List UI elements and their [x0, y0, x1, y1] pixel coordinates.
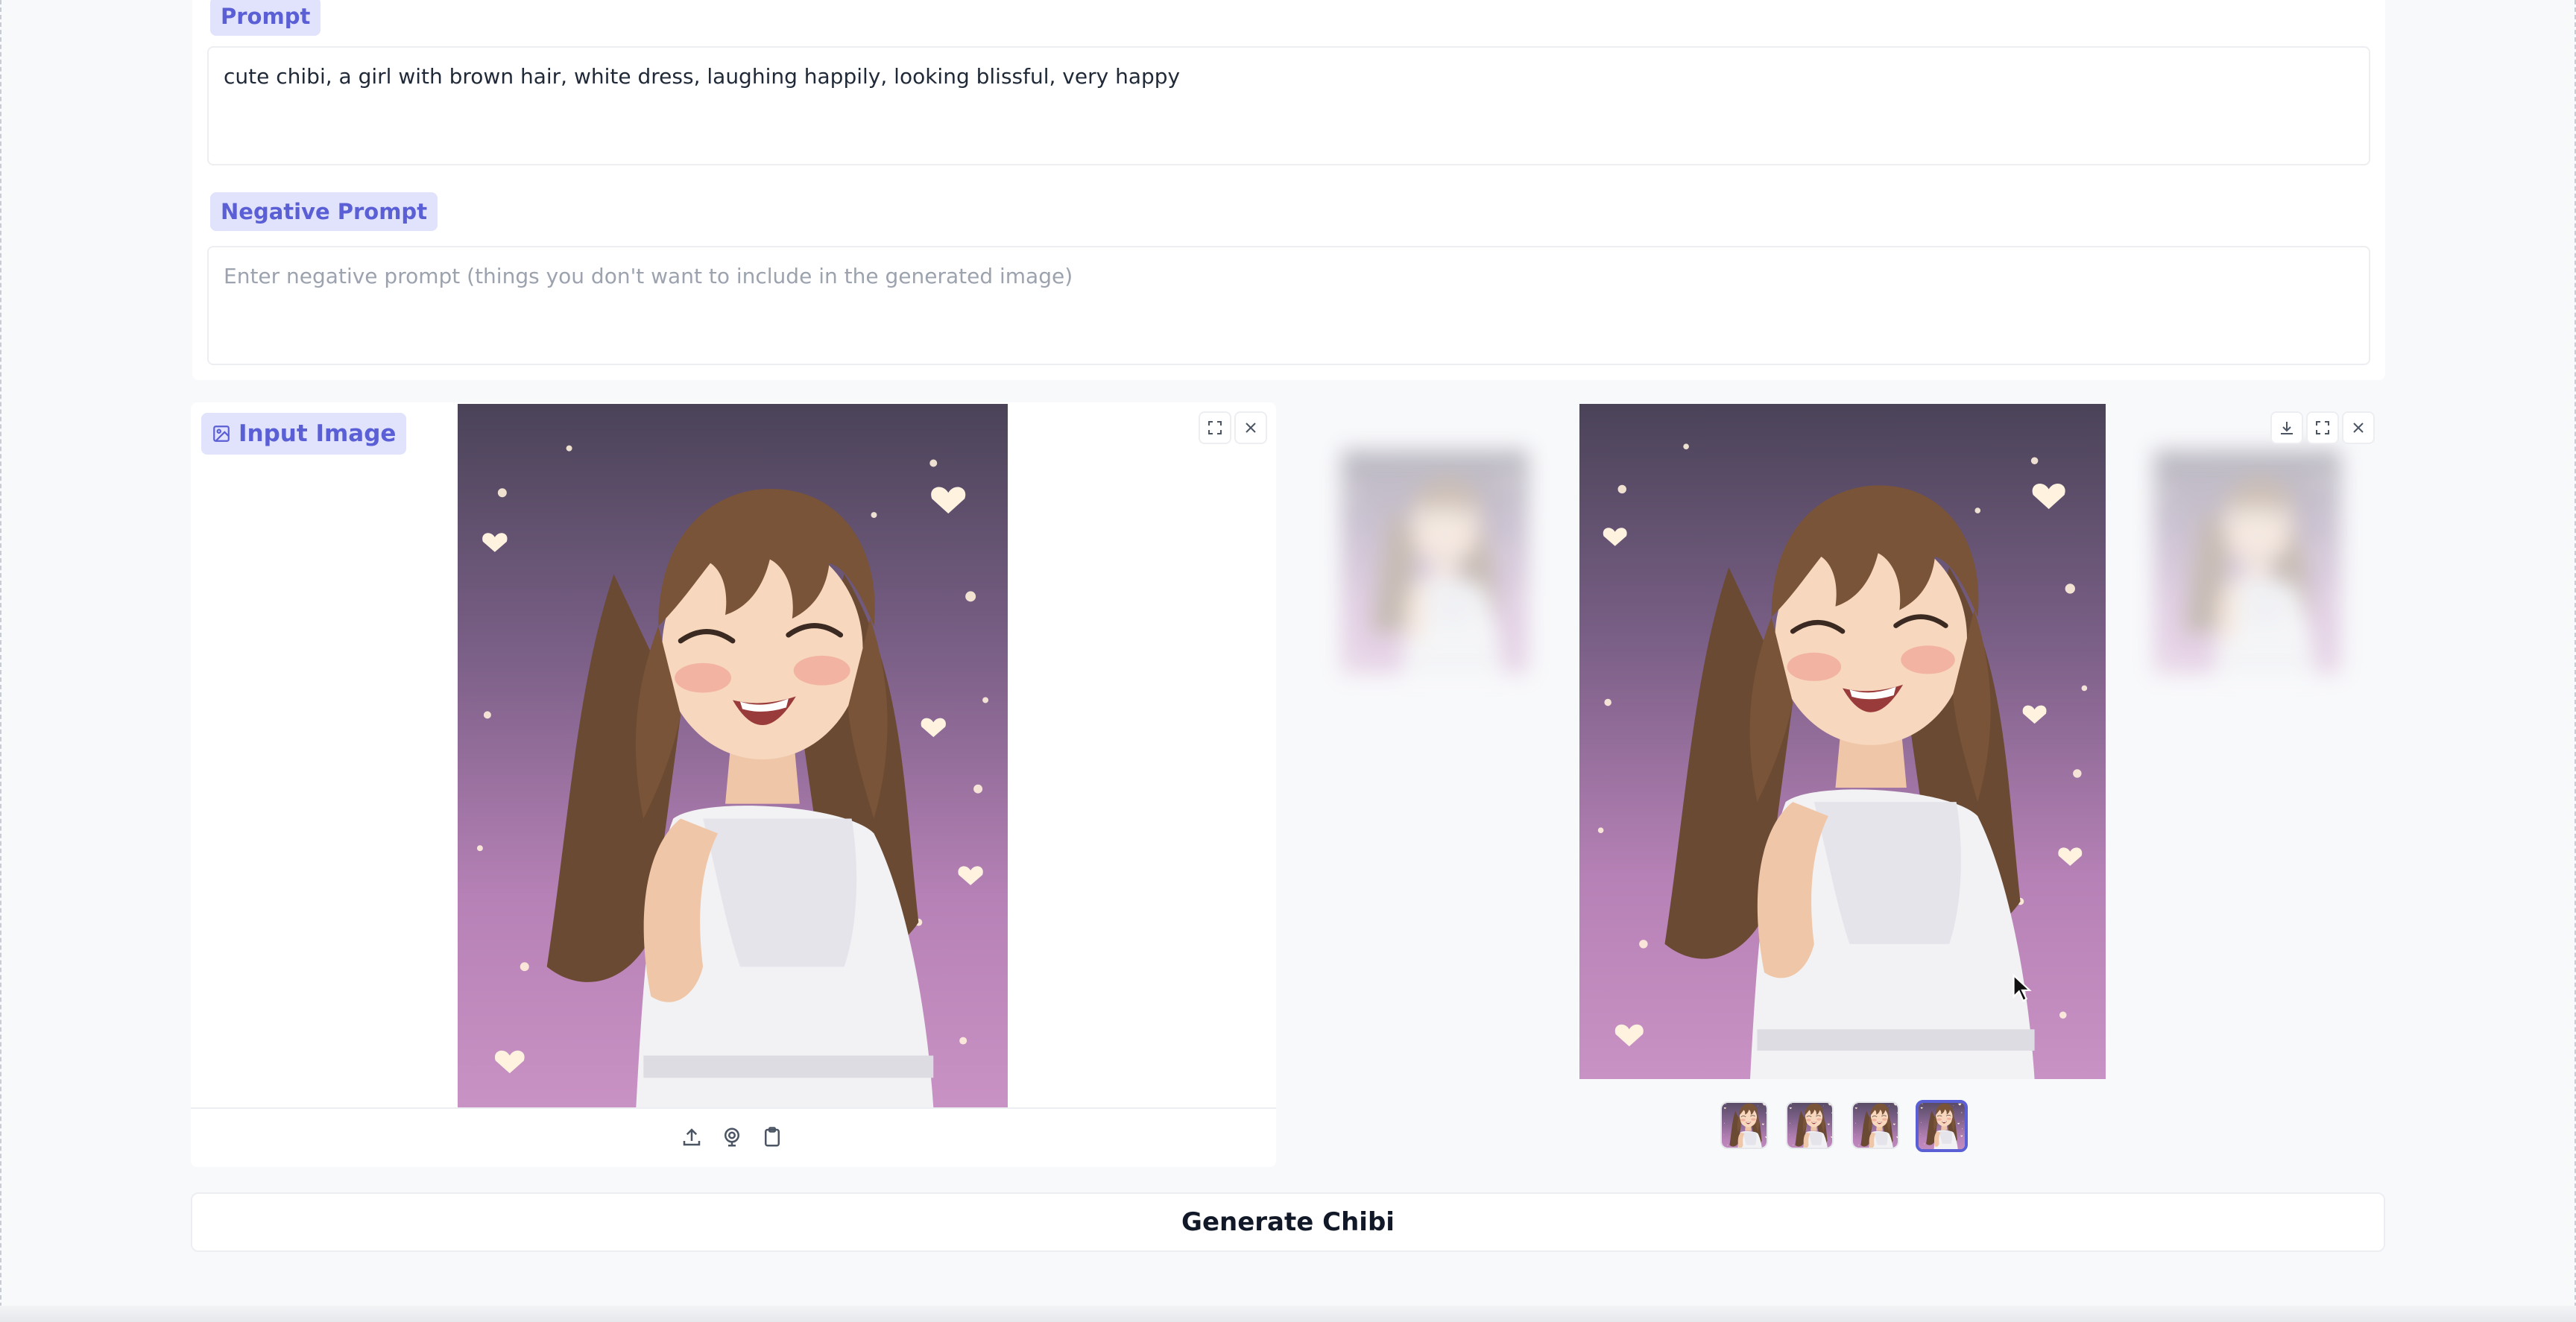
fullscreen-button[interactable] [1199, 411, 1231, 444]
negative-prompt-label-text: Negative Prompt [221, 199, 428, 224]
webcam-button[interactable] [717, 1122, 747, 1152]
fullscreen-icon [2316, 421, 2329, 434]
gallery-fullscreen-button[interactable] [2306, 411, 2339, 444]
generate-chibi-label: Generate Chibi [1181, 1207, 1395, 1237]
gallery-thumbnail-1[interactable] [1720, 1101, 1768, 1149]
close-icon [2353, 423, 2364, 433]
download-button[interactable] [2270, 411, 2303, 444]
input-image [458, 404, 1008, 1107]
negative-prompt-label: Negative Prompt [210, 192, 438, 231]
gallery-thumbnail-2[interactable] [1786, 1101, 1834, 1149]
close-icon [1246, 423, 1256, 433]
negative-prompt-input[interactable]: Enter negative prompt (things you don't … [207, 246, 2370, 365]
toolbar-divider [191, 1107, 1276, 1109]
upload-button[interactable] [677, 1122, 707, 1152]
negative-prompt-placeholder: Enter negative prompt (things you don't … [224, 264, 1073, 288]
gallery-close-button[interactable] [2342, 411, 2375, 444]
prompt-label-text: Prompt [221, 4, 311, 29]
input-image-label-text: Input Image [239, 420, 397, 447]
fullscreen-icon [1208, 421, 1222, 434]
prompt-card: Prompt cute chibi, a girl with brown hai… [192, 0, 2385, 380]
clipboard-icon [765, 1127, 780, 1147]
gallery-next-image[interactable] [2154, 450, 2340, 674]
clear-image-button[interactable] [1234, 411, 1267, 444]
input-image-panel: Input Image [191, 402, 1276, 1167]
clipboard-button[interactable] [757, 1122, 787, 1152]
output-gallery-panel [1297, 402, 2385, 1167]
prompt-input-value: cute chibi, a girl with brown hair, whit… [224, 64, 1181, 89]
prompt-input[interactable]: cute chibi, a girl with brown hair, whit… [207, 46, 2370, 165]
gallery-prev-image[interactable] [1342, 450, 1528, 674]
prompt-label: Prompt [210, 0, 321, 36]
webcam-icon [724, 1128, 739, 1147]
image-icon [212, 424, 231, 443]
gallery-thumbnail-4[interactable] [1916, 1100, 1968, 1152]
generate-chibi-button[interactable]: Generate Chibi [191, 1192, 2385, 1252]
input-image-label: Input Image [201, 413, 407, 455]
mouse-cursor [2011, 973, 2033, 1006]
gallery-thumbnail-3[interactable] [1852, 1101, 1899, 1149]
page-left-border [0, 0, 1, 1322]
upload-icon [683, 1128, 701, 1146]
page-bottom-edge [0, 1306, 2576, 1322]
download-icon [2281, 422, 2293, 434]
